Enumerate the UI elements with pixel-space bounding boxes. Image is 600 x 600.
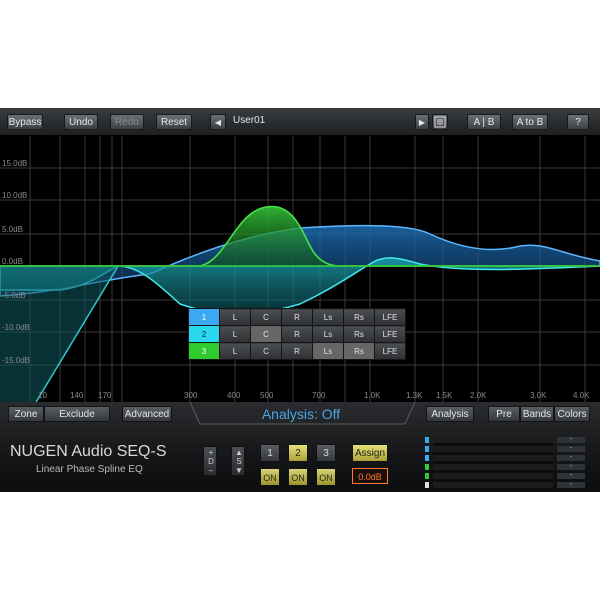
meter-readout: - bbox=[557, 454, 585, 461]
d-plus[interactable]: + bbox=[204, 448, 218, 457]
s-label: S bbox=[236, 457, 242, 466]
eq-curve-display[interactable]: 15.0dB 10.0dB 5.0dB 0.0dB -5.0dB -10.0dB… bbox=[0, 136, 600, 402]
channel-L[interactable]: L bbox=[219, 342, 251, 360]
db-label: -10.0dB bbox=[2, 323, 30, 332]
band-3-on-toggle[interactable]: ON bbox=[316, 468, 336, 486]
preset-list-icon[interactable] bbox=[432, 114, 448, 130]
bottom-panel: Zone Exclude Advanced Analysis: Off Anal… bbox=[0, 402, 600, 492]
channel-L[interactable]: L bbox=[219, 308, 251, 326]
channel-L[interactable]: L bbox=[219, 325, 251, 343]
db-label: 15.0dB bbox=[2, 159, 27, 168]
reset-button[interactable]: Reset bbox=[156, 114, 192, 130]
bands-button[interactable]: Bands bbox=[520, 406, 554, 422]
bypass-button[interactable]: Bypass bbox=[7, 114, 43, 130]
channel-LFE[interactable]: LFE bbox=[374, 342, 406, 360]
freq-label: 10 bbox=[38, 391, 47, 400]
exclude-button[interactable]: Exclude bbox=[44, 406, 110, 422]
meter-readout: - bbox=[557, 463, 585, 470]
brand-title: NUGEN Audio SEQ-S bbox=[10, 443, 167, 460]
freq-label: 2.0K bbox=[470, 391, 487, 400]
brand-subtitle: Linear Phase Spline EQ bbox=[36, 464, 143, 475]
assign-button[interactable]: Assign bbox=[352, 444, 388, 462]
a-to-b-button[interactable]: A to B bbox=[512, 114, 548, 130]
channel-Rs[interactable]: Rs bbox=[343, 308, 375, 326]
db-label: -15.0dB bbox=[2, 356, 30, 365]
colors-button[interactable]: Colors bbox=[554, 406, 590, 422]
next-preset-button[interactable]: ▶ bbox=[415, 114, 429, 130]
s-down-icon[interactable]: ▼ bbox=[232, 466, 246, 475]
band-1-on-toggle[interactable]: ON bbox=[260, 468, 280, 486]
eq-graph[interactable]: 15.0dB 10.0dB 5.0dB 0.0dB -5.0dB -10.0dB… bbox=[0, 136, 600, 402]
channel-R[interactable]: R bbox=[281, 342, 313, 360]
redo-button[interactable]: Redo bbox=[110, 114, 144, 130]
undo-button[interactable]: Undo bbox=[64, 114, 98, 130]
channel-LFE[interactable]: LFE bbox=[374, 325, 406, 343]
level-meters: - - - - - - bbox=[425, 436, 585, 489]
channel-row-2: 2 L C R Ls Rs LFE bbox=[188, 325, 406, 343]
freq-label: 1.3K bbox=[406, 391, 423, 400]
db-label: 10.0dB bbox=[2, 191, 27, 200]
db-label: 0.0dB bbox=[2, 257, 23, 266]
band1-swatch[interactable]: 1 bbox=[188, 308, 220, 326]
freq-label: 3.0K bbox=[530, 391, 547, 400]
freq-label: 700 bbox=[312, 391, 326, 400]
analysis-button[interactable]: Analysis bbox=[426, 406, 474, 422]
channel-Ls[interactable]: Ls bbox=[312, 325, 344, 343]
freq-label: 140 bbox=[70, 391, 84, 400]
freq-label: 1.5K bbox=[436, 391, 453, 400]
channel-C[interactable]: C bbox=[250, 325, 282, 343]
s-up-icon[interactable]: ▲ bbox=[232, 448, 246, 457]
gain-readout[interactable]: 0.0dB bbox=[352, 468, 388, 484]
zone-button[interactable]: Zone bbox=[8, 406, 44, 422]
meter-readout: - bbox=[557, 472, 585, 479]
d-stepper[interactable]: + D – bbox=[203, 446, 217, 476]
db-label: 5.0dB bbox=[2, 225, 23, 234]
d-minus[interactable]: – bbox=[204, 466, 218, 475]
channel-LFE[interactable]: LFE bbox=[374, 308, 406, 326]
channel-Ls[interactable]: Ls bbox=[312, 308, 344, 326]
channel-Rs[interactable]: Rs bbox=[343, 342, 375, 360]
channel-row-1: 1 L C R Ls Rs LFE bbox=[188, 308, 406, 326]
freq-label: 1.0K bbox=[364, 391, 381, 400]
freq-label: 400 bbox=[227, 391, 241, 400]
channel-row-3: 3 L C R Ls Rs LFE bbox=[188, 342, 406, 360]
d-label: D bbox=[208, 457, 214, 466]
band-3-button[interactable]: 3 bbox=[316, 444, 336, 462]
ab-compare-button[interactable]: A | B bbox=[467, 114, 501, 130]
freq-label: 500 bbox=[260, 391, 274, 400]
pre-button[interactable]: Pre bbox=[488, 406, 520, 422]
advanced-button[interactable]: Advanced bbox=[122, 406, 172, 422]
channel-Ls[interactable]: Ls bbox=[312, 342, 344, 360]
channel-Rs[interactable]: Rs bbox=[343, 325, 375, 343]
prev-preset-button[interactable]: ◀ bbox=[210, 114, 226, 130]
freq-label: 300 bbox=[184, 391, 198, 400]
band-2-on-toggle[interactable]: ON bbox=[288, 468, 308, 486]
top-toolbar: Bypass Undo Redo Reset ◀ User01 ▶ A | B … bbox=[0, 108, 600, 136]
channel-R[interactable]: R bbox=[281, 308, 313, 326]
meter-readout: - bbox=[557, 481, 585, 488]
band-2-button[interactable]: 2 bbox=[288, 444, 308, 462]
meter-readout: - bbox=[557, 436, 585, 443]
band-1-button[interactable]: 1 bbox=[260, 444, 280, 462]
db-label: -5.0dB bbox=[2, 291, 26, 300]
channel-C[interactable]: C bbox=[250, 308, 282, 326]
analysis-status: Analysis: Off bbox=[261, 406, 341, 422]
freq-label: 170 bbox=[98, 391, 112, 400]
plugin-window: Bypass Undo Redo Reset ◀ User01 ▶ A | B … bbox=[0, 108, 600, 492]
s-stepper[interactable]: ▲ S ▼ bbox=[231, 446, 245, 476]
help-button[interactable]: ? bbox=[567, 114, 589, 130]
freq-label: 4.0K bbox=[573, 391, 590, 400]
channel-C[interactable]: C bbox=[250, 342, 282, 360]
band3-swatch[interactable]: 3 bbox=[188, 342, 220, 360]
band2-swatch[interactable]: 2 bbox=[188, 325, 220, 343]
preset-name[interactable]: User01 bbox=[233, 115, 265, 126]
meter-readout: - bbox=[557, 445, 585, 452]
channel-assign-grid: 1 L C R Ls Rs LFE 2 L C R Ls Rs LFE 3 L … bbox=[188, 308, 406, 360]
channel-R[interactable]: R bbox=[281, 325, 313, 343]
